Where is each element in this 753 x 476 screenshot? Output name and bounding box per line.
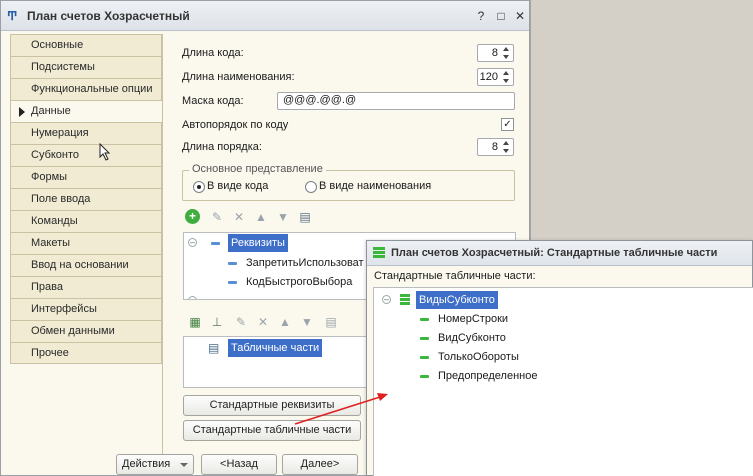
tab-item[interactable]: Формы	[10, 166, 162, 188]
edit-icon[interactable]: ✎	[209, 209, 225, 225]
attribute-icon	[420, 356, 429, 359]
help-icon[interactable]: ?	[473, 8, 489, 24]
next-button[interactable]: Далее>	[282, 454, 358, 475]
collapse-icon[interactable]: –	[188, 296, 197, 299]
tab-item[interactable]: Нумерация	[10, 122, 162, 144]
order-length-spinner[interactable]: 8	[477, 138, 514, 156]
popup-title-bar: План счетов Хозрасчетный: Стандартные та…	[367, 241, 752, 266]
move-down-icon[interactable]: ▼	[299, 314, 315, 330]
chart-of-accounts-icon: Ͳ	[7, 9, 18, 23]
tab-item[interactable]: Права	[10, 276, 162, 298]
name-length-label: Длина наименования:	[182, 71, 295, 83]
attribute-icon	[420, 337, 429, 340]
order-length-value: 8	[491, 141, 498, 153]
spinner-arrows-icon[interactable]	[501, 70, 512, 84]
edit-icon[interactable]: ✎	[233, 314, 249, 330]
attribute-icon	[420, 375, 429, 378]
tree-item-label: ЗапретитьИспользоват	[246, 257, 364, 269]
popup-label: Стандартные табличные части:	[374, 270, 536, 282]
popup-tree[interactable]: – ВидыСубконто НомерСтроки ВидСубконто Тол…	[373, 287, 753, 476]
standard-attributes-button[interactable]: Стандартные реквизиты	[183, 395, 361, 416]
name-length-spinner[interactable]: 120	[477, 68, 514, 86]
code-length-value: 8	[491, 47, 498, 59]
tab-item[interactable]: Данные	[10, 100, 162, 122]
spinner-arrows-icon[interactable]	[501, 46, 512, 60]
tree-item-label: ВидСубконто	[438, 332, 506, 344]
tree-root-label[interactable]: Реквизиты	[228, 234, 288, 252]
tab-item[interactable]: Макеты	[10, 232, 162, 254]
actions-button[interactable]: Действия	[116, 454, 194, 475]
attribute-icon	[211, 242, 220, 245]
radio-as-name-label[interactable]: В виде наименования	[319, 180, 431, 192]
chevron-down-icon	[180, 463, 188, 467]
radio-as-code-label[interactable]: В виде кода	[207, 180, 268, 192]
actions-label: Действия	[122, 458, 171, 470]
tab-item[interactable]: Основные	[10, 34, 162, 56]
tree-item-label: КодБыстрогоВыбора	[246, 276, 353, 288]
code-mask-label: Маска кода:	[182, 95, 244, 107]
main-presentation-group: Основное представление В виде кода В вид…	[182, 163, 515, 201]
popup-title: План счетов Хозрасчетный: Стандартные та…	[391, 247, 718, 259]
back-button[interactable]: <Назад	[201, 454, 277, 475]
attribute-icon	[228, 281, 237, 284]
tab-item[interactable]: Обмен данными	[10, 320, 162, 342]
tabular-part-icon	[373, 247, 385, 259]
tab-item[interactable]: Поле ввода	[10, 188, 162, 210]
mouse-cursor-icon	[99, 143, 111, 161]
move-up-icon[interactable]: ▲	[277, 314, 293, 330]
tab-item[interactable]: Функциональные опции	[10, 78, 162, 100]
maximize-icon[interactable]: □	[493, 8, 509, 24]
table-icon: ▤	[208, 341, 220, 355]
attribute-icon	[420, 318, 429, 321]
auto-order-checkbox[interactable]: ✓	[501, 118, 514, 131]
tree-root-label[interactable]: Табличные части	[228, 339, 323, 357]
tab-list: Основные Подсистемы Функциональные опции Да…	[10, 34, 162, 364]
tree-item-label: НомерСтроки	[438, 313, 509, 325]
code-mask-input[interactable]: @@@.@@.@	[277, 92, 515, 110]
window-title: План счетов Хозрасчетный	[27, 9, 190, 23]
tabular-part-icon	[400, 294, 410, 306]
spinner-arrows-icon[interactable]	[501, 140, 512, 154]
standard-tabular-parts-window: План счетов Хозрасчетный: Стандартные та…	[366, 240, 753, 476]
sort-icon[interactable]: ▤	[297, 209, 313, 225]
standard-tabular-parts-button[interactable]: Стандартные табличные части	[183, 420, 361, 441]
title-bar: Ͳ План счетов Хозрасчетный ? □ ✕	[1, 1, 529, 31]
collapse-icon[interactable]: –	[382, 295, 391, 304]
sort-icon[interactable]: ▤	[323, 314, 339, 330]
delete-icon[interactable]: ✕	[231, 209, 247, 225]
close-icon[interactable]: ✕	[512, 8, 528, 24]
radio-as-name[interactable]	[305, 181, 317, 193]
code-length-label: Длина кода:	[182, 47, 244, 59]
main-presentation-title: Основное представление	[189, 163, 326, 175]
collapse-icon[interactable]: –	[188, 238, 197, 247]
radio-as-code[interactable]	[193, 181, 205, 193]
tree-root-label[interactable]: ВидыСубконто	[416, 291, 498, 309]
move-down-icon[interactable]: ▼	[275, 209, 291, 225]
name-length-value: 120	[479, 71, 498, 83]
auto-order-label: Автопорядок по коду	[182, 119, 289, 131]
tab-item[interactable]: Ввод на основании	[10, 254, 162, 276]
move-up-icon[interactable]: ▲	[253, 209, 269, 225]
tree-item-label: ТолькоОбороты	[438, 351, 519, 363]
tab-item[interactable]: Прочее	[10, 342, 162, 364]
delete-icon[interactable]: ✕	[255, 314, 271, 330]
order-length-label: Длина порядка:	[182, 141, 262, 153]
tab-item[interactable]: Подсистемы	[10, 56, 162, 78]
tab-item[interactable]: Интерфейсы	[10, 298, 162, 320]
tab-item[interactable]: Команды	[10, 210, 162, 232]
code-length-spinner[interactable]: 8	[477, 44, 514, 62]
tab-item[interactable]: Субконто	[10, 144, 162, 166]
add-column-icon[interactable]: ⊥	[209, 314, 225, 330]
attribute-icon	[228, 262, 237, 265]
add-table-icon[interactable]: ▦	[187, 314, 203, 330]
tree-item-label: Предопределенное	[438, 370, 538, 382]
add-icon[interactable]: +	[185, 209, 200, 224]
